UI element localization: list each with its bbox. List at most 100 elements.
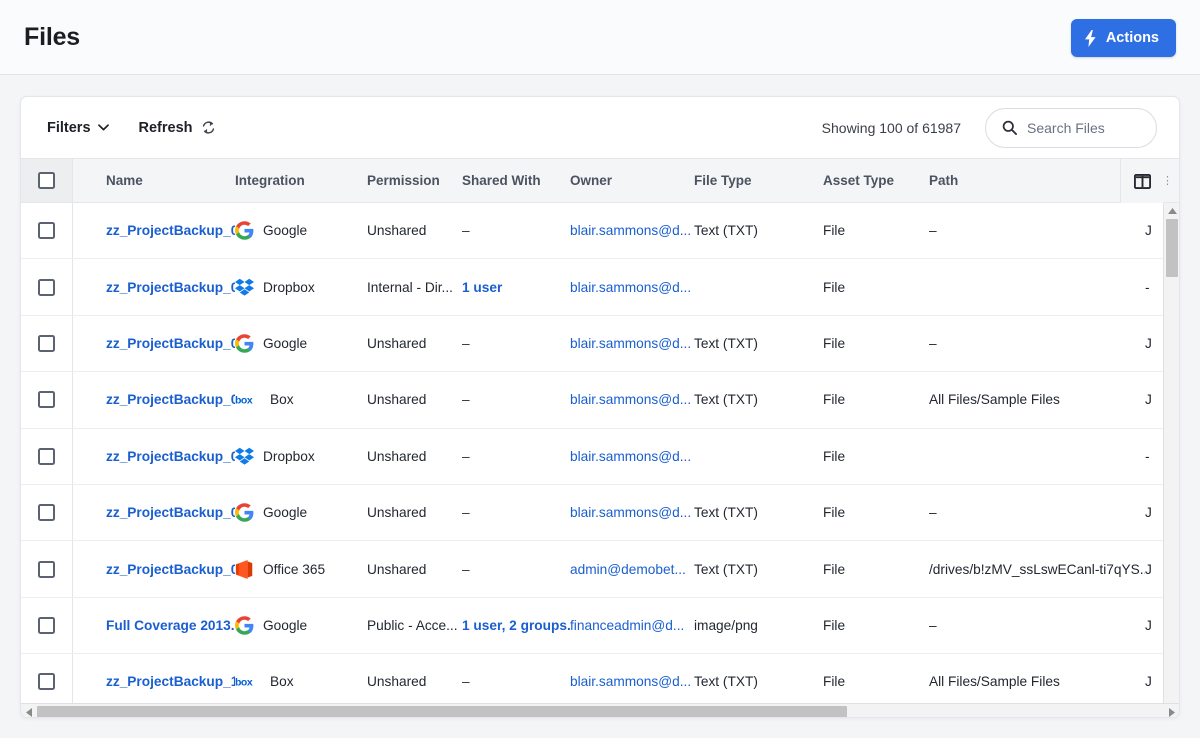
file-name-link[interactable]: zz_ProjectBackup_1061...	[106, 674, 235, 689]
row-select-cell[interactable]	[21, 541, 72, 596]
file-name-link[interactable]: zz_ProjectBackup_0743...	[106, 562, 235, 577]
row-checkbox[interactable]	[38, 617, 55, 634]
cell-name[interactable]: zz_ProjectBackup_0612...	[73, 505, 235, 520]
cell-name[interactable]: zz_ProjectBackup_0401...	[73, 392, 235, 407]
select-all-cell[interactable]	[21, 159, 72, 202]
row-select-cell[interactable]	[21, 372, 72, 427]
cell-path: All Files/Sample Files	[929, 674, 1145, 689]
files-card: Filters Refresh Showing 100 of 61987	[20, 96, 1180, 718]
table-row[interactable]: zz_ProjectBackup_0469...DropboxInternal …	[21, 259, 1179, 315]
table-row[interactable]: zz_ProjectBackup_0015...GoogleUnshared–b…	[21, 203, 1179, 259]
row-checkbox[interactable]	[38, 279, 55, 296]
cell-owner[interactable]: financeadmin@d...	[570, 618, 694, 633]
row-select-cell[interactable]	[21, 203, 72, 258]
cell-name[interactable]: zz_ProjectBackup_0469...	[73, 280, 235, 295]
horizontal-scrollbar[interactable]	[21, 703, 1179, 718]
file-name-link[interactable]: zz_ProjectBackup_0469...	[106, 280, 235, 295]
table-row[interactable]: zz_ProjectBackup_0743...Office 365Unshar…	[21, 541, 1179, 597]
file-name-link[interactable]: zz_ProjectBackup_0401...	[106, 392, 235, 407]
row-checkbox[interactable]	[38, 561, 55, 578]
shared-with-value[interactable]: 1 user, 2 groups...	[462, 618, 570, 633]
owner-link[interactable]: blair.sammons@d...	[570, 392, 691, 407]
row-checkbox[interactable]	[38, 448, 55, 465]
row-checkbox[interactable]	[38, 673, 55, 690]
row-checkbox[interactable]	[38, 222, 55, 239]
owner-link[interactable]: blair.sammons@d...	[570, 223, 691, 238]
owner-link[interactable]: blair.sammons@d...	[570, 336, 691, 351]
column-settings-button[interactable]	[1120, 159, 1164, 203]
row-checkbox[interactable]	[38, 504, 55, 521]
table-row[interactable]: zz_ProjectBackup_0612...GoogleUnshared–b…	[21, 485, 1179, 541]
cell-name[interactable]: zz_ProjectBackup_0015...	[73, 223, 235, 238]
table-row[interactable]: zz_ProjectBackup_0304...DropboxUnshared–…	[21, 429, 1179, 485]
table-row[interactable]: Full Coverage 2013.pngGooglePublic - Acc…	[21, 598, 1179, 654]
file-name-link[interactable]: zz_ProjectBackup_0458...	[106, 336, 235, 351]
cell-owner[interactable]: blair.sammons@d...	[570, 505, 694, 520]
cell-owner[interactable]: blair.sammons@d...	[570, 392, 694, 407]
row-select-cell[interactable]	[21, 485, 72, 540]
row-checkbox[interactable]	[38, 335, 55, 352]
cell-owner[interactable]: blair.sammons@d...	[570, 449, 694, 464]
cell-owner[interactable]: admin@demobet...	[570, 562, 694, 577]
shared-with-value[interactable]: 1 user	[462, 280, 502, 295]
column-header-permission[interactable]: Permission	[367, 173, 462, 188]
row-select-cell[interactable]	[21, 429, 72, 484]
file-name-link[interactable]: zz_ProjectBackup_0612...	[106, 505, 235, 520]
file-name-link[interactable]: zz_ProjectBackup_0304...	[106, 449, 235, 464]
select-all-checkbox[interactable]	[38, 172, 55, 189]
cell-owner[interactable]: blair.sammons@d...	[570, 223, 694, 238]
row-checkbox[interactable]	[38, 391, 55, 408]
owner-link[interactable]: admin@demobet...	[570, 562, 686, 577]
cell-shared-with[interactable]: 1 user	[462, 280, 570, 295]
file-name-link[interactable]: Full Coverage 2013.png	[106, 618, 235, 633]
column-header-path[interactable]: Path	[929, 173, 1145, 188]
owner-link[interactable]: blair.sammons@d...	[570, 674, 691, 689]
integration-label: Box	[270, 674, 294, 689]
table-row[interactable]: zz_ProjectBackup_0401...boxBoxUnshared–b…	[21, 372, 1179, 428]
horizontal-scrollbar-thumb[interactable]	[37, 706, 847, 718]
vertical-scrollbar[interactable]	[1163, 203, 1179, 718]
column-header-asset-type[interactable]: Asset Type	[823, 173, 929, 188]
cell-name[interactable]: zz_ProjectBackup_1061...	[73, 674, 235, 689]
integration-label: Google	[263, 505, 307, 520]
row-select-cell[interactable]	[21, 316, 72, 371]
row-select-cell[interactable]	[21, 654, 72, 709]
owner-link[interactable]: blair.sammons@d...	[570, 449, 691, 464]
column-header-shared-with[interactable]: Shared With	[462, 173, 570, 188]
column-header-name[interactable]: Name	[73, 173, 235, 188]
search-input[interactable]	[1027, 120, 1142, 136]
search-box[interactable]	[985, 108, 1157, 148]
owner-link[interactable]: financeadmin@d...	[570, 618, 684, 633]
cell-name[interactable]: Full Coverage 2013.png	[73, 618, 235, 633]
cell-shared-with[interactable]: 1 user, 2 groups...	[462, 618, 570, 633]
scroll-up-arrow[interactable]	[1164, 203, 1180, 218]
cell-owner[interactable]: blair.sammons@d...	[570, 674, 694, 689]
cell-permission: Unshared	[367, 505, 462, 520]
cell-asset-type: File	[823, 449, 929, 464]
file-name-link[interactable]: zz_ProjectBackup_0015...	[106, 223, 235, 238]
row-select-cell[interactable]	[21, 598, 72, 653]
column-header-file-type[interactable]: File Type	[694, 173, 823, 188]
owner-link[interactable]: blair.sammons@d...	[570, 280, 691, 295]
column-overflow-dots[interactable]: ⋮	[1162, 177, 1173, 185]
cell-integration: boxBox	[235, 674, 367, 689]
cell-name[interactable]: zz_ProjectBackup_0743...	[73, 562, 235, 577]
actions-button[interactable]: Actions	[1071, 19, 1176, 57]
row-select-cell[interactable]	[21, 259, 72, 314]
cell-name[interactable]: zz_ProjectBackup_0458...	[73, 336, 235, 351]
owner-link[interactable]: blair.sammons@d...	[570, 505, 691, 520]
column-header-owner[interactable]: Owner	[570, 173, 694, 188]
cell-owner[interactable]: blair.sammons@d...	[570, 280, 694, 295]
table-row[interactable]: zz_ProjectBackup_0458...GoogleUnshared–b…	[21, 316, 1179, 372]
scroll-right-arrow[interactable]	[1164, 704, 1179, 718]
scroll-left-arrow[interactable]	[21, 704, 36, 718]
filters-button[interactable]: Filters	[47, 120, 109, 136]
integration-label: Dropbox	[263, 280, 315, 295]
vertical-scrollbar-thumb[interactable]	[1166, 219, 1178, 277]
refresh-button[interactable]: Refresh	[139, 119, 217, 136]
column-header-integration[interactable]: Integration	[235, 173, 367, 188]
cell-name[interactable]: zz_ProjectBackup_0304...	[73, 449, 235, 464]
shared-with-value: –	[462, 223, 470, 238]
cell-owner[interactable]: blair.sammons@d...	[570, 336, 694, 351]
cell-permission: Unshared	[367, 223, 462, 238]
